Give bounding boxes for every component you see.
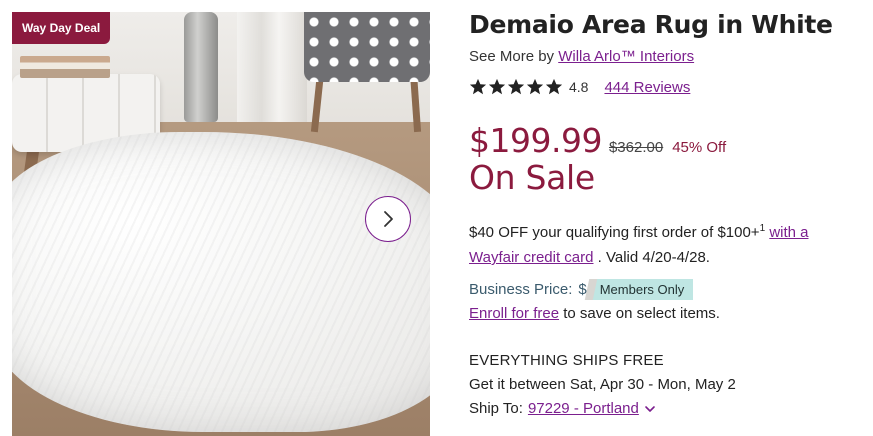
star-icon — [545, 78, 563, 95]
on-sale-label: On Sale — [469, 158, 595, 197]
next-image-button[interactable] — [365, 196, 411, 242]
product-title: Demaio Area Rug in White — [469, 10, 833, 39]
free-shipping-headline: EVERYTHING SHIPS FREE — [469, 352, 664, 369]
promo-text: $40 OFF your qualifying first order of $… — [469, 216, 849, 270]
image-vase — [184, 12, 218, 122]
members-only-badge: Members Only — [590, 279, 694, 300]
star-rating — [469, 78, 563, 96]
see-more-row: See More by Willa Arlo™ Interiors — [469, 48, 869, 65]
discount-label: 45% Off — [672, 139, 727, 156]
rating-row: 4.8 444 Reviews — [469, 78, 869, 96]
reviews-link[interactable]: 444 Reviews — [604, 79, 690, 96]
chevron-down-icon[interactable] — [644, 403, 656, 415]
deal-badge: Way Day Deal — [12, 12, 111, 44]
image-chair — [304, 12, 430, 82]
price-row: $199.99 $362.00 45% Off — [469, 121, 869, 160]
star-icon — [507, 78, 525, 95]
image-books — [20, 56, 110, 78]
ship-to-row: Ship To: 97229 - Portland — [469, 400, 869, 417]
business-price-row: Business Price: $ Members Only — [469, 279, 869, 300]
delivery-estimate: Get it between Sat, Apr 30 - Mon, May 2 — [469, 376, 736, 393]
image-curtain — [237, 12, 307, 122]
enroll-text: to save on select items. — [563, 305, 720, 322]
image-rug-texture — [12, 132, 430, 432]
enroll-row: Enroll for free to save on select items. — [469, 305, 869, 322]
rating-value: 4.8 — [569, 79, 589, 95]
promo-offer: $40 OFF your qualifying first order of $… — [469, 224, 760, 241]
see-more-label: See More by — [469, 48, 555, 65]
zip-code-link[interactable]: 97229 - Portland — [528, 400, 639, 417]
star-icon — [469, 78, 487, 95]
promo-validity: . Valid 4/20-4/28. — [597, 249, 710, 266]
product-info: Demaio Area Rug in White See More by Wil… — [469, 10, 869, 417]
business-price-label: Business Price: — [469, 281, 573, 298]
star-icon — [526, 78, 544, 95]
sale-price: $199.99 — [469, 121, 602, 160]
original-price: $362.00 — [608, 139, 664, 156]
promo-footnote: 1 — [759, 223, 766, 234]
chevron-right-icon — [384, 211, 393, 227]
ship-to-label: Ship To: — [469, 400, 523, 417]
enroll-link[interactable]: Enroll for free — [469, 305, 559, 322]
star-icon — [488, 78, 506, 95]
brand-link[interactable]: Willa Arlo™ Interiors — [558, 48, 694, 65]
